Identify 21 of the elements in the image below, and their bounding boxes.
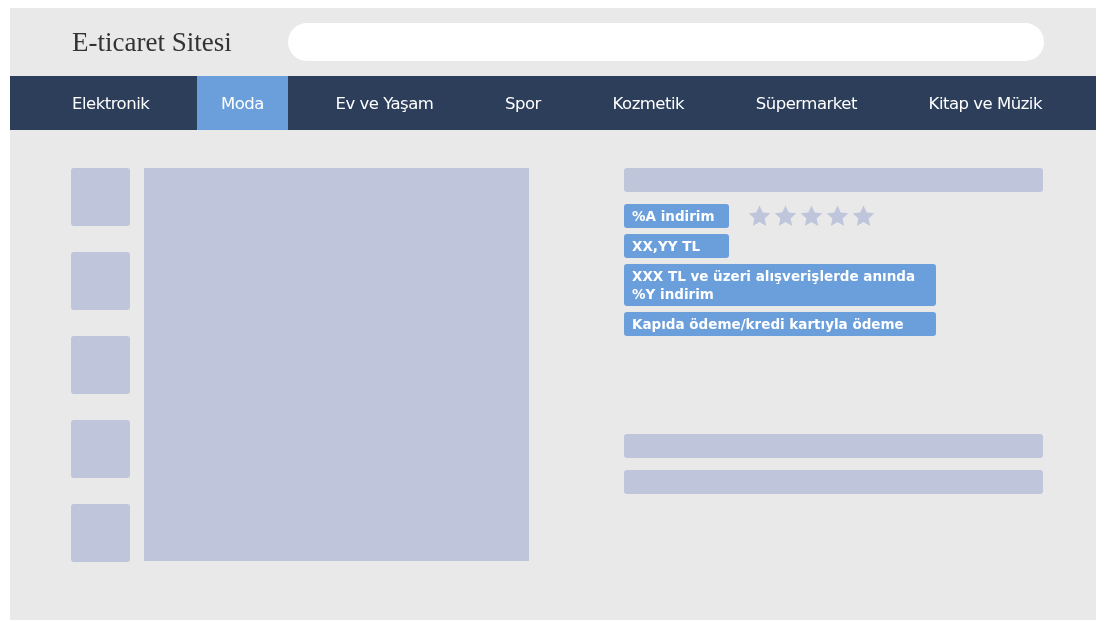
- category-tab[interactable]: Süpermarket: [731, 76, 881, 130]
- price-badge: XX,YY TL: [624, 234, 729, 258]
- star-icon: [825, 204, 850, 228]
- payment-badge: Kapıda ödeme/kredi kartıyla ödeme: [624, 312, 936, 336]
- thumbnail-placeholder[interactable]: [71, 168, 130, 226]
- thumbnail-placeholder[interactable]: [71, 336, 130, 394]
- star-icon: [747, 204, 772, 228]
- discount-badge: %A indirim: [624, 204, 729, 228]
- category-tab[interactable]: Elektronik: [48, 76, 174, 130]
- star-icon: [799, 204, 824, 228]
- category-tab[interactable]: Spor: [481, 76, 565, 130]
- site-title: E-ticaret Sitesi: [72, 26, 232, 58]
- thumbnail-placeholder[interactable]: [71, 420, 130, 478]
- thumbnail-placeholder[interactable]: [71, 504, 130, 562]
- promo-badge: XXX TL ve üzeri alışverişlerde anında %Y indirim: [624, 264, 936, 306]
- category-tab[interactable]: Ev ve Yaşam: [311, 76, 458, 130]
- star-icon: [773, 204, 798, 228]
- category-tab[interactable]: Kitap ve Müzik: [904, 76, 1066, 130]
- thumbnail-placeholder[interactable]: [71, 252, 130, 310]
- star-icon: [851, 204, 876, 228]
- category-tab[interactable]: Kozmetik: [588, 76, 709, 130]
